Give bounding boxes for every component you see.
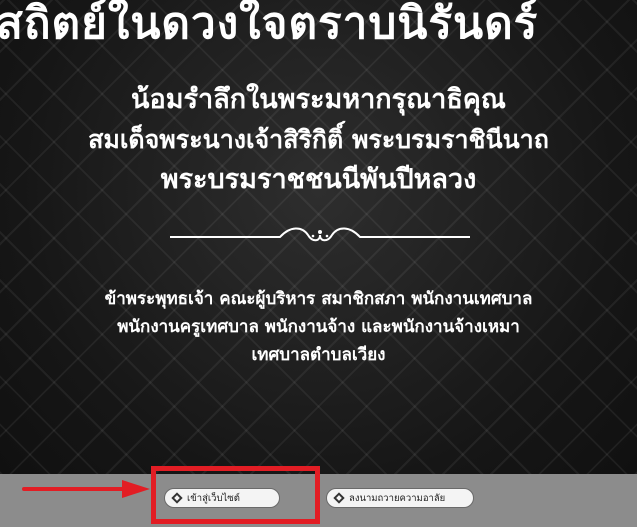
memorial-banner: สถิตย์ในดวงใจตราบนิรันดร์ น้อมรำลึกในพระ… bbox=[0, 0, 637, 474]
sign-condolence-label: ลงนามถวายความอาลัย bbox=[349, 492, 446, 504]
highlight-box bbox=[151, 466, 320, 524]
heading-line-3: พระบรมราชชนนีพันปีหลวง bbox=[160, 164, 477, 195]
red-arrow-icon bbox=[22, 480, 150, 498]
heading-line-2: สมเด็จพระนางเจ้าสิริกิติ์ พระบรมราชินีนา… bbox=[88, 125, 549, 154]
banner-top-title: สถิตย์ในดวงใจตราบนิรันดร์ bbox=[0, 0, 539, 49]
ornament-divider bbox=[170, 227, 470, 242]
heading-line-1: น้อมรำลึกในพระมหากรุณาธิคุณ bbox=[131, 84, 506, 115]
body-line-3: เทศบาลตำบลเวียง bbox=[251, 345, 386, 365]
body-line-1: ข้าพระพุทธเจ้า คณะผู้บริหาร สมาชิกสภา พน… bbox=[104, 289, 533, 309]
sign-condolence-button[interactable]: ลงนามถวายความอาลัย bbox=[326, 488, 474, 508]
body-line-2: พนักงานครูเทศบาล พนักงานจ้าง และพนักงานจ… bbox=[117, 317, 520, 337]
diamond-icon bbox=[333, 492, 345, 504]
